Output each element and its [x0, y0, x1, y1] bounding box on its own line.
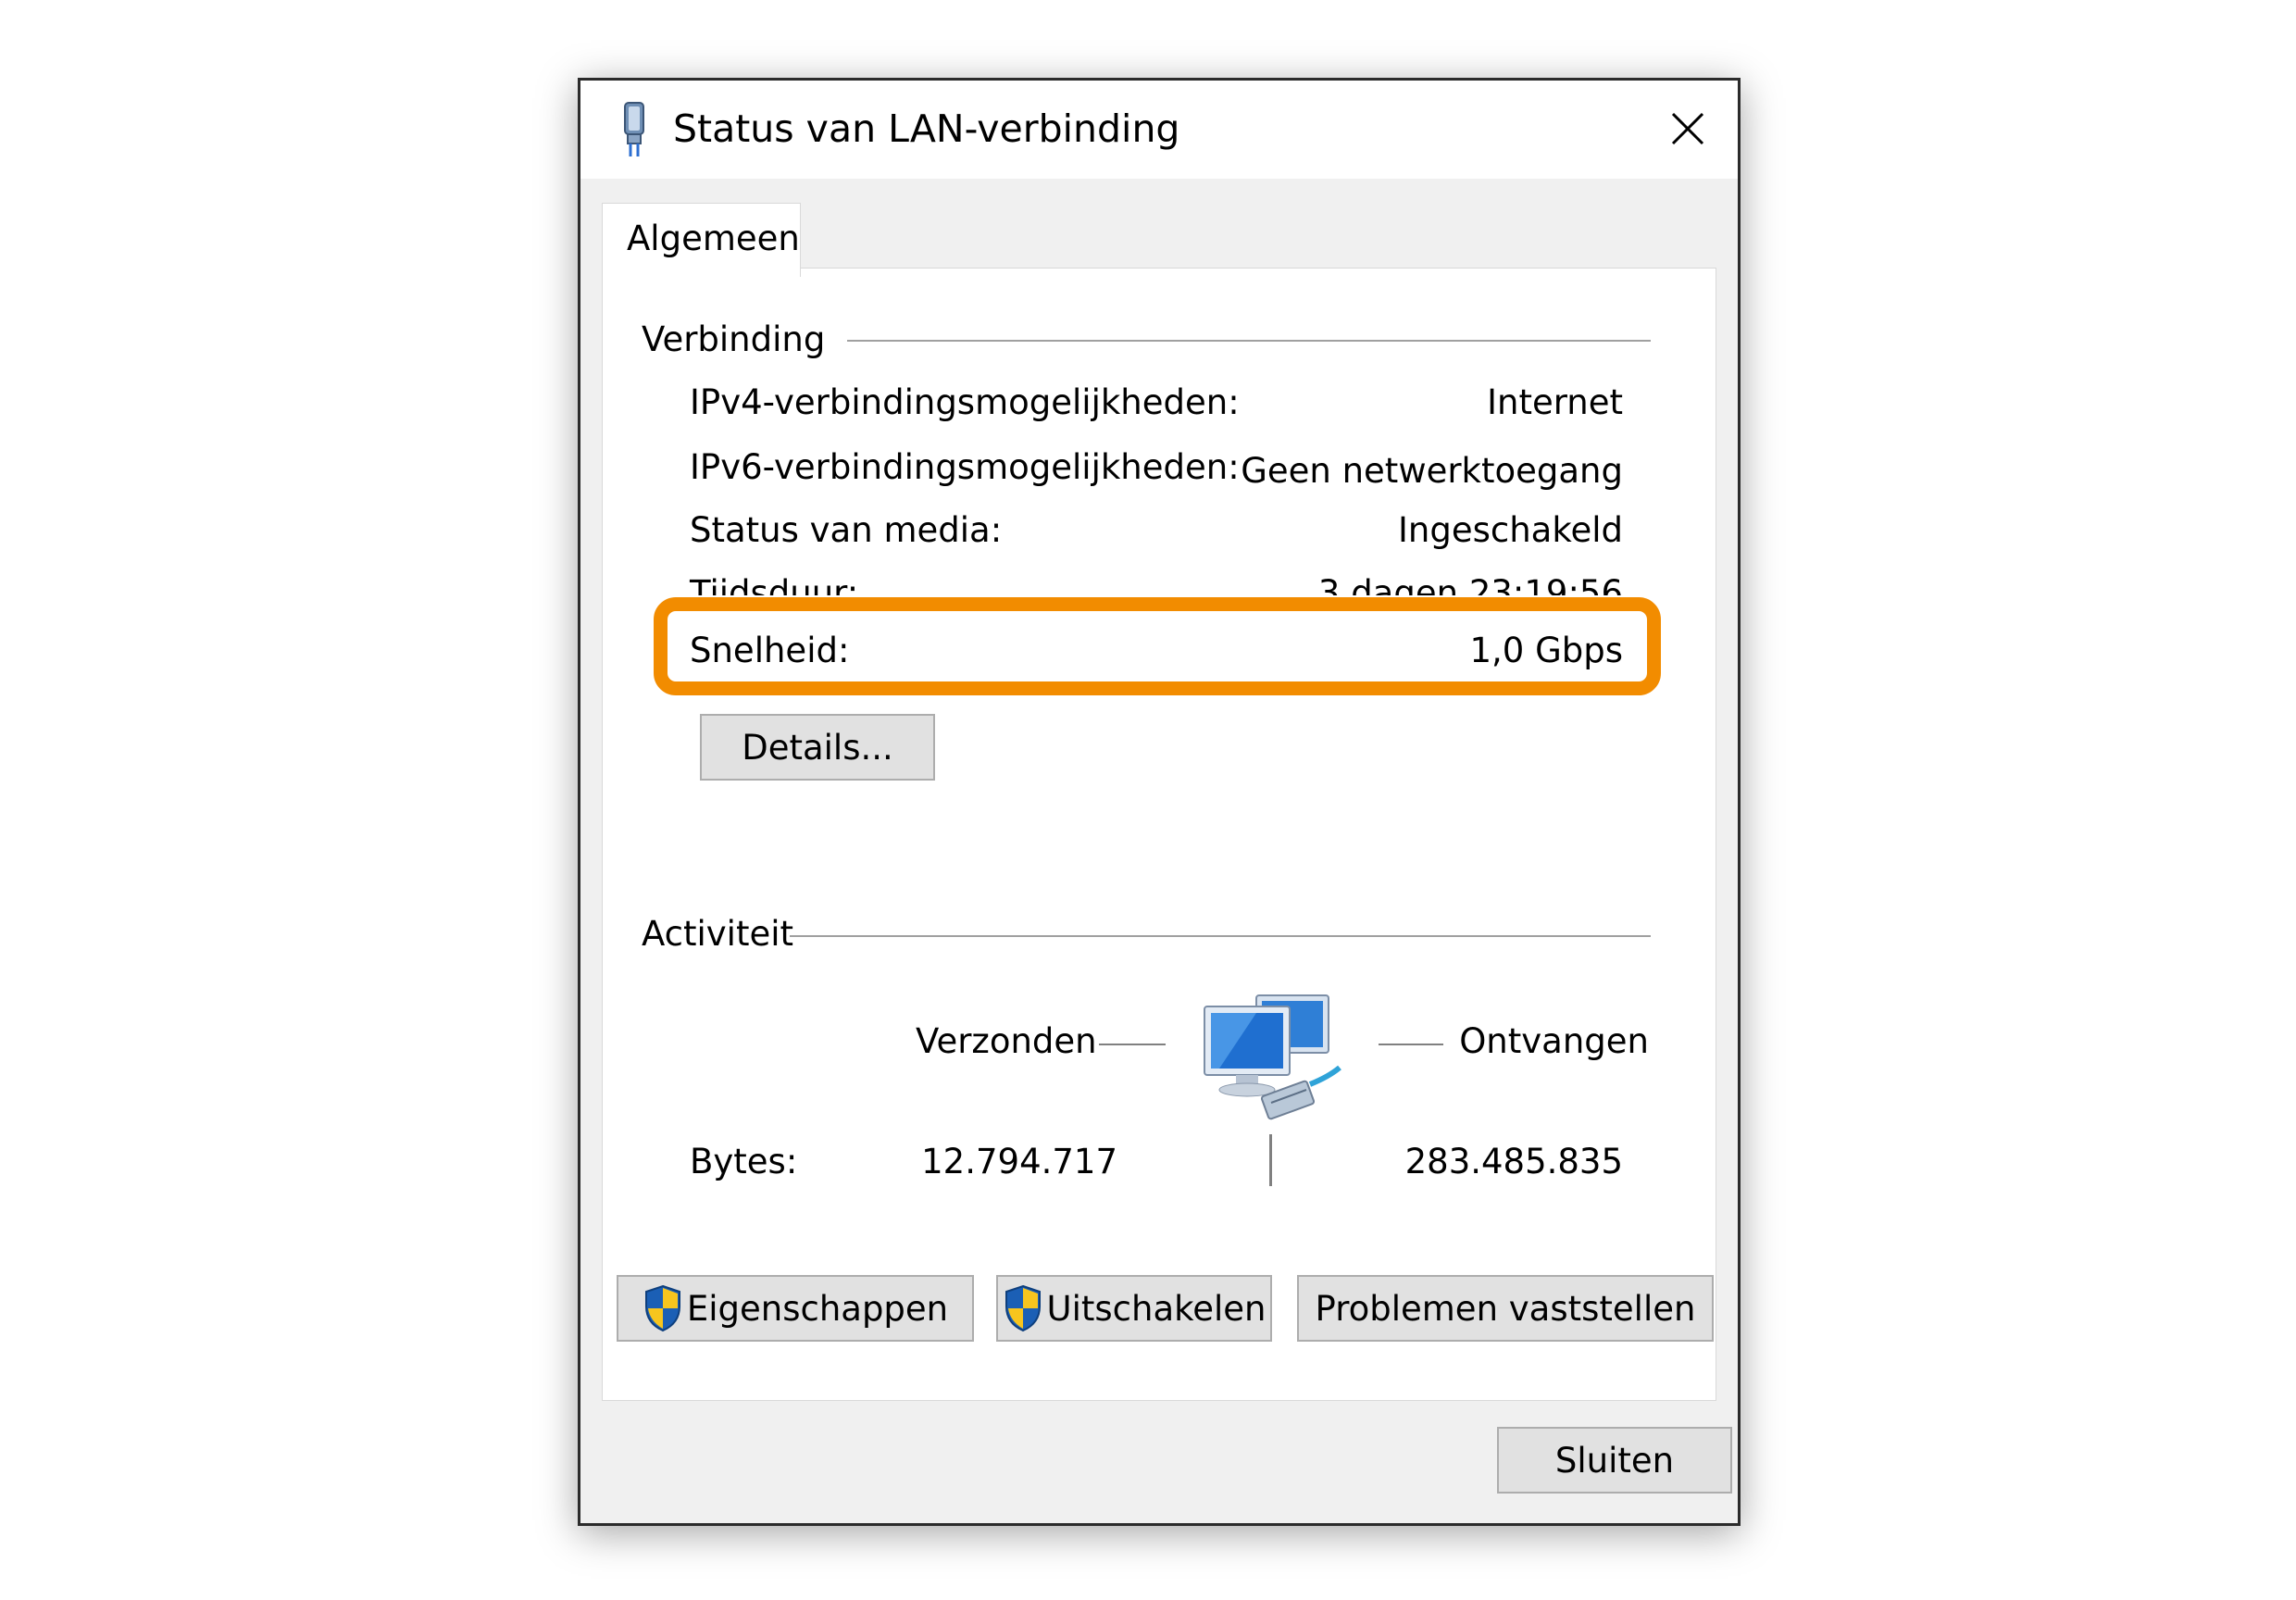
received-line	[1379, 1044, 1443, 1045]
ipv6-value: Geen netwerktoegang	[1241, 451, 1623, 491]
received-label: Ontvangen	[1459, 1021, 1649, 1061]
close-button[interactable]: Sluiten	[1497, 1427, 1732, 1494]
close-window-button[interactable]	[1654, 95, 1721, 162]
disable-button-label: Uitschakelen	[1046, 1288, 1267, 1329]
tab-panel-general	[602, 268, 1716, 1401]
properties-button-label: Eigenschappen	[686, 1288, 949, 1329]
bytes-label: Bytes:	[690, 1142, 798, 1181]
disable-button[interactable]: Uitschakelen	[996, 1275, 1272, 1342]
network-cable-icon	[624, 102, 644, 156]
bytes-divider	[1269, 1134, 1272, 1186]
media-status-label: Status van media:	[690, 510, 1003, 550]
close-icon	[1671, 112, 1704, 145]
dialog-title: Status van LAN-verbinding	[673, 106, 1180, 151]
lan-status-dialog: Status van LAN-verbinding Algemeen Verbi…	[578, 78, 1741, 1526]
uac-shield-icon	[1004, 1284, 1041, 1332]
duration-label: Tijdsduur:	[690, 573, 859, 595]
sent-line	[1099, 1044, 1166, 1045]
ipv4-label: IPv4-verbindingsmogelijkheden:	[690, 382, 1240, 422]
bytes-sent-value: 12.794.717	[921, 1142, 1117, 1181]
network-computers-icon	[1204, 994, 1341, 1120]
activity-group-title: Activiteit	[642, 914, 794, 954]
title-bar: Status van LAN-verbinding	[580, 81, 1738, 179]
duration-value: 3 dagen 23:19:56	[1317, 573, 1623, 595]
duration-row: Tijdsduur: 3 dagen 23:19:56	[673, 568, 1645, 595]
media-status-value: Ingeschakeld	[1398, 510, 1623, 550]
diagnose-button[interactable]: Problemen vaststellen	[1297, 1275, 1714, 1342]
details-button[interactable]: Details...	[700, 714, 935, 781]
activity-group-line	[790, 935, 1651, 937]
tab-general-label: Algemeen	[627, 219, 800, 258]
sent-label: Verzonden	[916, 1021, 1097, 1061]
bytes-received-value: 283.485.835	[1404, 1142, 1623, 1181]
speed-highlight-box	[654, 597, 1661, 695]
connection-group-title: Verbinding	[642, 319, 826, 359]
ipv6-label: IPv6-verbindingsmogelijkheden:	[690, 447, 1240, 487]
uac-shield-icon	[644, 1284, 680, 1332]
ipv4-value: Internet	[1487, 382, 1623, 422]
tab-general[interactable]: Algemeen	[602, 203, 801, 277]
properties-button[interactable]: Eigenschappen	[617, 1275, 974, 1342]
connection-group-line	[847, 340, 1651, 342]
